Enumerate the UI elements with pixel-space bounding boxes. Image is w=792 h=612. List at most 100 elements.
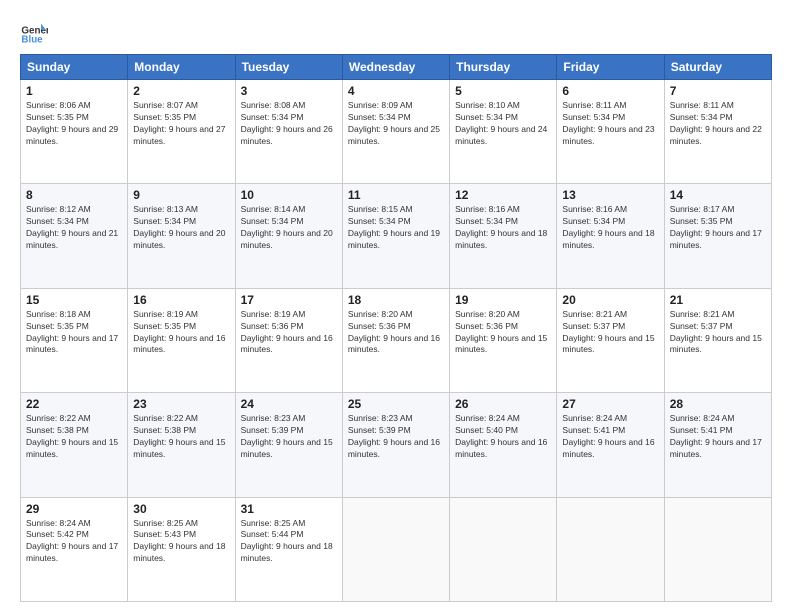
- calendar-cell: 18 Sunrise: 8:20 AMSunset: 5:36 PMDayligh…: [342, 288, 449, 392]
- calendar-cell: 1 Sunrise: 8:06 AMSunset: 5:35 PMDaylight…: [21, 80, 128, 184]
- day-info: Sunrise: 8:11 AMSunset: 5:34 PMDaylight:…: [562, 100, 658, 148]
- calendar-cell: 26 Sunrise: 8:24 AMSunset: 5:40 PMDayligh…: [450, 393, 557, 497]
- calendar-cell: 14 Sunrise: 8:17 AMSunset: 5:35 PMDayligh…: [664, 184, 771, 288]
- day-info: Sunrise: 8:07 AMSunset: 5:35 PMDaylight:…: [133, 100, 229, 148]
- day-number: 31: [241, 502, 337, 516]
- day-number: 5: [455, 84, 551, 98]
- day-info: Sunrise: 8:21 AMSunset: 5:37 PMDaylight:…: [562, 309, 658, 357]
- day-number: 26: [455, 397, 551, 411]
- day-number: 24: [241, 397, 337, 411]
- day-number: 30: [133, 502, 229, 516]
- calendar-cell: 2 Sunrise: 8:07 AMSunset: 5:35 PMDaylight…: [128, 80, 235, 184]
- calendar-cell: [342, 497, 449, 601]
- day-number: 18: [348, 293, 444, 307]
- day-number: 2: [133, 84, 229, 98]
- page: General Blue SundayMondayTuesdayWednesda…: [0, 0, 792, 612]
- day-info: Sunrise: 8:17 AMSunset: 5:35 PMDaylight:…: [670, 204, 766, 252]
- calendar-cell: 17Sunrise: 8:19 AMSunset: 5:36 PMDayligh…: [235, 288, 342, 392]
- day-info: Sunrise: 8:21 AMSunset: 5:37 PMDaylight:…: [670, 309, 766, 357]
- logo: General Blue: [20, 18, 48, 46]
- weekday-header: Saturday: [664, 55, 771, 80]
- calendar-cell: 21 Sunrise: 8:21 AMSunset: 5:37 PMDayligh…: [664, 288, 771, 392]
- day-number: 10: [241, 188, 337, 202]
- day-info: Sunrise: 8:11 AMSunset: 5:34 PMDaylight:…: [670, 100, 766, 148]
- calendar-cell: 7 Sunrise: 8:11 AMSunset: 5:34 PMDaylight…: [664, 80, 771, 184]
- day-info: Sunrise: 8:22 AMSunset: 5:38 PMDaylight:…: [26, 413, 122, 461]
- calendar-table: SundayMondayTuesdayWednesdayThursdayFrid…: [20, 54, 772, 602]
- day-number: 21: [670, 293, 766, 307]
- weekday-header: Monday: [128, 55, 235, 80]
- day-number: 3: [241, 84, 337, 98]
- calendar-cell: 15Sunrise: 8:18 AMSunset: 5:35 PMDayligh…: [21, 288, 128, 392]
- calendar-cell: 25Sunrise: 8:23 AMSunset: 5:39 PMDayligh…: [342, 393, 449, 497]
- calendar-cell: [664, 497, 771, 601]
- calendar-cell: 20 Sunrise: 8:21 AMSunset: 5:37 PMDayligh…: [557, 288, 664, 392]
- calendar-week-row: 22 Sunrise: 8:22 AMSunset: 5:38 PMDayligh…: [21, 393, 772, 497]
- calendar-cell: 31 Sunrise: 8:25 AMSunset: 5:44 PMDayligh…: [235, 497, 342, 601]
- day-number: 7: [670, 84, 766, 98]
- day-number: 15: [26, 293, 122, 307]
- calendar-cell: 13Sunrise: 8:16 AMSunset: 5:34 PMDayligh…: [557, 184, 664, 288]
- calendar-cell: 19 Sunrise: 8:20 AMSunset: 5:36 PMDayligh…: [450, 288, 557, 392]
- calendar-cell: 24Sunrise: 8:23 AMSunset: 5:39 PMDayligh…: [235, 393, 342, 497]
- day-info: Sunrise: 8:24 AMSunset: 5:41 PMDaylight:…: [562, 413, 658, 461]
- day-info: Sunrise: 8:25 AMSunset: 5:43 PMDaylight:…: [133, 518, 229, 566]
- calendar-cell: 5Sunrise: 8:10 AMSunset: 5:34 PMDaylight…: [450, 80, 557, 184]
- day-number: 27: [562, 397, 658, 411]
- day-info: Sunrise: 8:06 AMSunset: 5:35 PMDaylight:…: [26, 100, 122, 148]
- weekday-header: Sunday: [21, 55, 128, 80]
- day-info: Sunrise: 8:24 AMSunset: 5:41 PMDaylight:…: [670, 413, 766, 461]
- calendar-cell: 27 Sunrise: 8:24 AMSunset: 5:41 PMDayligh…: [557, 393, 664, 497]
- calendar-cell: [557, 497, 664, 601]
- day-info: Sunrise: 8:09 AMSunset: 5:34 PMDaylight:…: [348, 100, 444, 148]
- day-info: Sunrise: 8:19 AMSunset: 5:36 PMDaylight:…: [241, 309, 337, 357]
- day-number: 14: [670, 188, 766, 202]
- day-number: 16: [133, 293, 229, 307]
- calendar-cell: 3Sunrise: 8:08 AMSunset: 5:34 PMDaylight…: [235, 80, 342, 184]
- logo-icon: General Blue: [20, 18, 48, 46]
- day-info: Sunrise: 8:13 AMSunset: 5:34 PMDaylight:…: [133, 204, 229, 252]
- day-number: 29: [26, 502, 122, 516]
- day-number: 8: [26, 188, 122, 202]
- day-info: Sunrise: 8:16 AMSunset: 5:34 PMDaylight:…: [562, 204, 658, 252]
- calendar-week-row: 1 Sunrise: 8:06 AMSunset: 5:35 PMDaylight…: [21, 80, 772, 184]
- weekday-header: Thursday: [450, 55, 557, 80]
- day-info: Sunrise: 8:24 AMSunset: 5:42 PMDaylight:…: [26, 518, 122, 566]
- day-info: Sunrise: 8:16 AMSunset: 5:34 PMDaylight:…: [455, 204, 551, 252]
- day-number: 11: [348, 188, 444, 202]
- calendar-cell: 9Sunrise: 8:13 AMSunset: 5:34 PMDaylight…: [128, 184, 235, 288]
- day-info: Sunrise: 8:14 AMSunset: 5:34 PMDaylight:…: [241, 204, 337, 252]
- calendar-cell: 6 Sunrise: 8:11 AMSunset: 5:34 PMDaylight…: [557, 80, 664, 184]
- day-number: 6: [562, 84, 658, 98]
- calendar-week-row: 8 Sunrise: 8:12 AMSunset: 5:34 PMDaylight…: [21, 184, 772, 288]
- calendar-cell: 8 Sunrise: 8:12 AMSunset: 5:34 PMDaylight…: [21, 184, 128, 288]
- calendar-week-row: 29 Sunrise: 8:24 AMSunset: 5:42 PMDayligh…: [21, 497, 772, 601]
- calendar-cell: 16 Sunrise: 8:19 AMSunset: 5:35 PMDayligh…: [128, 288, 235, 392]
- day-info: Sunrise: 8:12 AMSunset: 5:34 PMDaylight:…: [26, 204, 122, 252]
- day-number: 19: [455, 293, 551, 307]
- calendar-week-row: 15Sunrise: 8:18 AMSunset: 5:35 PMDayligh…: [21, 288, 772, 392]
- calendar-cell: 28Sunrise: 8:24 AMSunset: 5:41 PMDayligh…: [664, 393, 771, 497]
- calendar-cell: 23Sunrise: 8:22 AMSunset: 5:38 PMDayligh…: [128, 393, 235, 497]
- weekday-header: Wednesday: [342, 55, 449, 80]
- day-number: 20: [562, 293, 658, 307]
- calendar-cell: 10 Sunrise: 8:14 AMSunset: 5:34 PMDayligh…: [235, 184, 342, 288]
- day-info: Sunrise: 8:15 AMSunset: 5:34 PMDaylight:…: [348, 204, 444, 252]
- day-number: 22: [26, 397, 122, 411]
- calendar-cell: 22 Sunrise: 8:22 AMSunset: 5:38 PMDayligh…: [21, 393, 128, 497]
- calendar-cell: 30 Sunrise: 8:25 AMSunset: 5:43 PMDayligh…: [128, 497, 235, 601]
- weekday-header: Friday: [557, 55, 664, 80]
- calendar-cell: 12 Sunrise: 8:16 AMSunset: 5:34 PMDayligh…: [450, 184, 557, 288]
- day-info: Sunrise: 8:20 AMSunset: 5:36 PMDaylight:…: [455, 309, 551, 357]
- day-info: Sunrise: 8:24 AMSunset: 5:40 PMDaylight:…: [455, 413, 551, 461]
- svg-text:Blue: Blue: [21, 35, 43, 46]
- day-info: Sunrise: 8:19 AMSunset: 5:35 PMDaylight:…: [133, 309, 229, 357]
- day-info: Sunrise: 8:20 AMSunset: 5:36 PMDaylight:…: [348, 309, 444, 357]
- day-number: 12: [455, 188, 551, 202]
- day-number: 1: [26, 84, 122, 98]
- day-info: Sunrise: 8:22 AMSunset: 5:38 PMDaylight:…: [133, 413, 229, 461]
- weekday-header: Tuesday: [235, 55, 342, 80]
- day-info: Sunrise: 8:25 AMSunset: 5:44 PMDaylight:…: [241, 518, 337, 566]
- calendar-cell: 11 Sunrise: 8:15 AMSunset: 5:34 PMDayligh…: [342, 184, 449, 288]
- calendar-cell: 29 Sunrise: 8:24 AMSunset: 5:42 PMDayligh…: [21, 497, 128, 601]
